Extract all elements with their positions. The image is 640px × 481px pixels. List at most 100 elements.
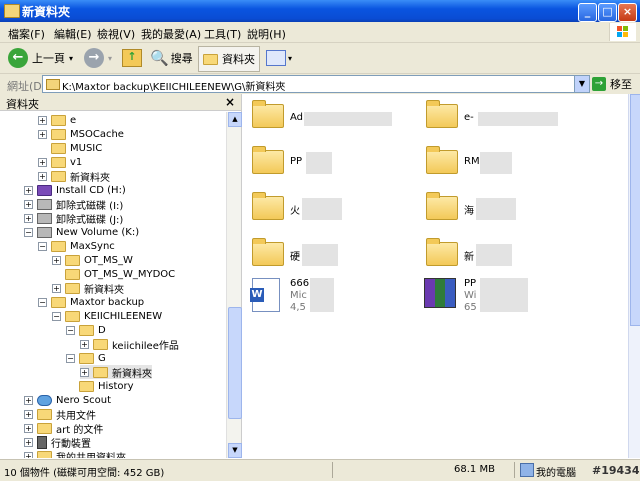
tree-item[interactable]: + Nero Scout [24, 393, 111, 407]
tree-item-selected[interactable]: + 新資料夾 [80, 365, 152, 380]
expand-icon[interactable]: + [24, 185, 33, 195]
folder-icon [4, 4, 20, 18]
tree-item[interactable]: + Install CD (H:) [24, 183, 126, 197]
content-scroll-thumb[interactable] [630, 94, 640, 326]
tree-scroll-thumb[interactable] [228, 307, 242, 419]
scroll-down-icon[interactable]: ▼ [228, 443, 242, 458]
menu-view[interactable]: 檢視(V) [97, 26, 135, 42]
expand-icon[interactable]: + [24, 423, 33, 433]
expand-icon[interactable]: + [24, 437, 33, 447]
tree-item[interactable]: + v1 [38, 155, 82, 169]
folder-icon [79, 352, 94, 364]
file-name: Ad [290, 112, 304, 123]
tree-item-label: 我的共用資料夾 [56, 452, 126, 459]
file-item[interactable]: W 666 Mic 4,5 [246, 276, 396, 316]
maximize-button[interactable]: □ [598, 3, 617, 22]
scroll-up-icon[interactable]: ▲ [228, 112, 242, 127]
forward-arrow-icon: → [84, 48, 104, 68]
chevron-down-icon: ▾ [69, 53, 74, 63]
menu-favorites[interactable]: 我的最愛(A) [141, 26, 201, 42]
file-item[interactable]: 火 [246, 190, 396, 230]
file-item[interactable]: 硬 [246, 236, 396, 276]
expand-icon[interactable]: + [24, 451, 33, 458]
forward-button[interactable]: → ▾ [84, 46, 112, 70]
expand-icon[interactable]: + [80, 339, 89, 349]
expand-icon[interactable]: + [38, 129, 47, 139]
expand-icon[interactable]: + [24, 213, 33, 223]
tree-item[interactable]: − Maxtor backup [38, 295, 144, 309]
back-button[interactable]: ← 上一頁 ▾ [8, 46, 73, 70]
expand-icon[interactable]: + [24, 199, 33, 209]
address-input[interactable]: K:\Maxtor backup\KEIICHILEENEW\G\新資料夾 ▼ [42, 75, 590, 93]
search-button[interactable]: 🔍 搜尋 [150, 46, 193, 70]
nero-scout-icon [37, 394, 52, 406]
tree-item[interactable]: + 我的共用資料夾 [24, 449, 126, 458]
collapse-icon[interactable]: − [66, 353, 75, 363]
file-item[interactable]: PP [246, 144, 396, 184]
tree-item[interactable]: + keiichilee作品 [80, 337, 179, 352]
expand-icon[interactable]: + [24, 409, 33, 419]
tree-item[interactable]: + e [38, 113, 76, 127]
collapse-icon[interactable]: − [38, 241, 47, 251]
collapse-icon[interactable]: − [52, 311, 61, 321]
tree-item[interactable]: + 新資料夾 [52, 281, 124, 296]
folders-button[interactable]: 資料夾 [198, 46, 260, 72]
menu-file[interactable]: 檔案(F) [8, 26, 45, 42]
tree-item[interactable]: + 卸除式磁碟 (I:) [24, 197, 124, 212]
tree-item[interactable]: + 新資料夾 [38, 169, 110, 184]
search-icon: 🔍 [150, 49, 169, 67]
expand-icon[interactable]: + [52, 255, 61, 265]
tree-item[interactable]: OT_MS_W_MYDOC [52, 267, 175, 281]
tree-item[interactable]: + MSOCache [38, 127, 124, 141]
file-item[interactable]: Ad [246, 98, 396, 138]
tree-item[interactable]: + 卸除式磁碟 (J:) [24, 211, 123, 226]
tree-item-label: History [98, 380, 134, 392]
tree-scrollbar[interactable]: ▲ ▼ [226, 112, 242, 458]
file-item[interactable]: 海 [420, 190, 570, 230]
close-button[interactable]: × [618, 3, 637, 22]
menu-edit[interactable]: 編輯(E) [54, 26, 92, 42]
go-button[interactable]: → 移至 [592, 76, 632, 92]
expand-icon[interactable]: + [52, 283, 61, 293]
tree-item-label: D [98, 324, 106, 336]
tree-item-label: 卸除式磁碟 (I:) [56, 200, 124, 212]
tree-item[interactable]: − MaxSync [38, 239, 115, 253]
collapse-icon[interactable]: − [24, 227, 33, 237]
up-folder-button[interactable]: ↑ [122, 46, 142, 70]
tree-item[interactable]: History [66, 379, 134, 393]
expand-icon[interactable]: + [38, 171, 47, 181]
chevron-down-icon[interactable]: ▼ [574, 76, 589, 92]
tree-item[interactable]: + 行動裝置 [24, 435, 91, 450]
menu-tools[interactable]: 工具(T) [204, 26, 241, 42]
tree-item[interactable]: + 共用文件 [24, 407, 96, 422]
tree-item[interactable]: − New Volume (K:) [24, 225, 139, 239]
rar-archive-icon [424, 278, 456, 308]
collapse-icon[interactable]: − [66, 325, 75, 335]
expand-icon[interactable]: + [24, 395, 33, 405]
menu-help[interactable]: 說明(H) [247, 26, 286, 42]
content-scrollbar[interactable] [628, 94, 640, 458]
expand-icon[interactable]: + [80, 367, 89, 377]
folder-icon [252, 146, 284, 174]
tree-item[interactable]: + OT_MS_W [52, 253, 133, 267]
tree-item[interactable]: − G [66, 351, 106, 365]
close-icon[interactable]: × [225, 95, 235, 109]
minimize-button[interactable]: _ [578, 3, 597, 22]
collapse-icon[interactable]: − [38, 297, 47, 307]
folder-icon [426, 146, 458, 174]
tree-item-label: Nero Scout [56, 394, 112, 406]
file-item[interactable]: PP Wi 65 [420, 276, 570, 316]
file-item[interactable]: e- [420, 98, 570, 138]
tree-item[interactable]: − KEIICHILEENEW [52, 309, 162, 323]
expand-icon[interactable]: + [38, 157, 47, 167]
file-item[interactable]: RM [420, 144, 570, 184]
address-bar: 網址(D) K:\Maxtor backup\KEIICHILEENEW\G\新… [0, 74, 640, 95]
views-button[interactable]: ▾ [266, 46, 292, 70]
file-item[interactable]: 新 [420, 236, 570, 276]
back-arrow-icon: ← [8, 48, 28, 68]
tree-item[interactable]: + art 的文件 [24, 421, 103, 436]
tree-item[interactable]: − D [66, 323, 106, 337]
tree-item[interactable]: MUSIC [38, 141, 102, 155]
expand-icon[interactable]: + [38, 115, 47, 125]
file-name: 海 [464, 206, 474, 217]
